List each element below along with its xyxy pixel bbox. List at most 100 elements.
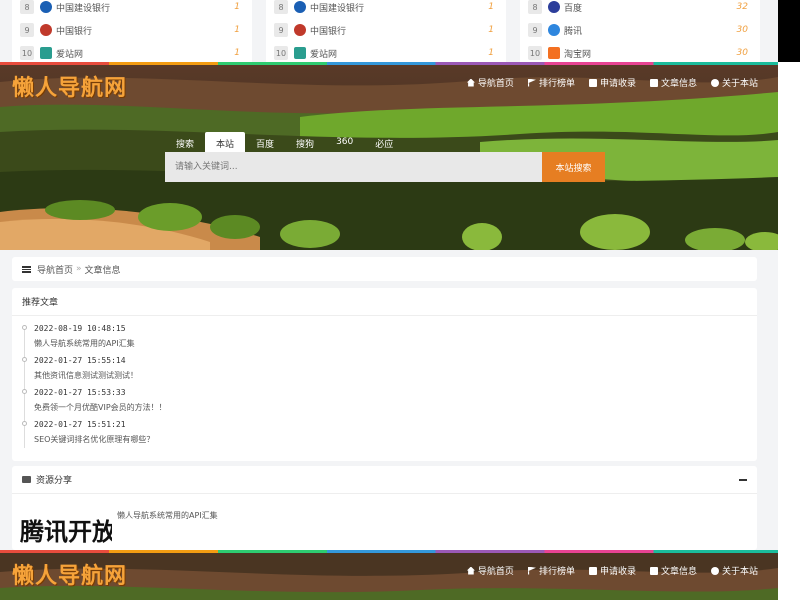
site-logo[interactable]: 懒人导航网: [12, 558, 127, 590]
rank-number: 8: [20, 0, 34, 14]
folder-icon: [22, 476, 31, 483]
ranking-row[interactable]: 10 淘宝网 30: [528, 43, 748, 63]
page-scrollbar[interactable]: [778, 62, 800, 600]
rank-number: 8: [528, 0, 542, 14]
site-name: 爱站网: [310, 49, 338, 60]
plus-square-icon: [588, 78, 597, 87]
nav-label: 排行榜单: [538, 79, 575, 89]
nav-about[interactable]: 关于本站: [710, 76, 758, 89]
rank-number: 9: [20, 23, 34, 37]
timeline-dot: [22, 421, 27, 426]
breadcrumb-current: 文章信息: [84, 265, 121, 276]
ranking-row[interactable]: 9 腾讯 30: [528, 20, 748, 40]
aizhan-icon: [294, 47, 306, 59]
article-link[interactable]: SEO关键词排名优化原理有哪些？: [34, 432, 322, 448]
rank-number: 10: [20, 46, 34, 60]
resource-thumbnail[interactable]: 腾讯开放: [20, 512, 112, 547]
resource-link[interactable]: 懒人导航系统常用的API汇集: [117, 510, 218, 521]
article-link[interactable]: 免费领一个月优酷VIP会员的方法！！: [34, 400, 322, 416]
timeline-dot: [22, 325, 27, 330]
nav-articles[interactable]: 文章信息: [649, 76, 697, 89]
article-timeline: 2022-08-19 10:48:15 懒人导航系统常用的API汇集 2022-…: [22, 322, 322, 450]
nav-label: 导航首页: [477, 79, 514, 89]
nav-label: 申请收录: [599, 79, 636, 89]
ranking-row[interactable]: 10 爱站网 1: [20, 43, 240, 63]
main-nav: 导航首页 排行榜单 申请收录 文章信息 关于本站: [466, 564, 758, 577]
nav-about[interactable]: 关于本站: [710, 564, 758, 577]
collapse-icon[interactable]: [739, 479, 747, 481]
click-count: 1: [488, 48, 494, 58]
ranking-row[interactable]: 8 中国建设银行 1: [20, 0, 240, 17]
nav-home[interactable]: 导航首页: [466, 564, 514, 577]
menu-icon[interactable]: [22, 265, 31, 273]
book-icon: [649, 566, 658, 575]
site-name: 中国银行: [310, 26, 347, 37]
site-logo[interactable]: 懒人导航网: [12, 70, 127, 102]
article-link[interactable]: 其他资讯信息测试测试测试！: [34, 368, 322, 384]
nav-label: 文章信息: [660, 79, 697, 89]
boc-icon: [294, 24, 306, 36]
breadcrumb-separator: »: [76, 264, 82, 274]
scrollbar-gutter: [778, 0, 800, 62]
site-name: 百度: [564, 3, 583, 14]
nav-submit[interactable]: 申请收录: [588, 76, 636, 89]
main-content: 导航首页 » 文章信息 推荐文章 2022-08-19 10:48:15 懒人导…: [0, 250, 778, 550]
article-item: 2022-01-27 15:55:14 其他资讯信息测试测试测试！: [22, 354, 322, 386]
click-count: 1: [234, 2, 240, 12]
rank-number: 8: [274, 0, 288, 14]
flag-icon: [527, 78, 536, 87]
search-input[interactable]: [165, 152, 542, 182]
nav-label: 文章信息: [660, 567, 697, 577]
ranking-column: 8 百度 32 9 腾讯 30 10 淘宝网 30: [520, 0, 760, 62]
recommended-articles: 推荐文章 2022-08-19 10:48:15 懒人导航系统常用的API汇集 …: [12, 288, 757, 461]
rank-number: 9: [528, 23, 542, 37]
site-name: 中国银行: [56, 26, 93, 37]
section-title: 推荐文章: [12, 288, 757, 316]
article-item: 2022-08-19 10:48:15 懒人导航系统常用的API汇集: [22, 322, 322, 354]
taobao-icon: [548, 47, 560, 59]
nav-articles[interactable]: 文章信息: [649, 564, 697, 577]
ranking-row[interactable]: 9 中国银行 1: [20, 20, 240, 40]
main-nav: 导航首页 排行榜单 申请收录 文章信息 关于本站: [466, 76, 758, 89]
click-count: 1: [234, 25, 240, 35]
search-button[interactable]: 本站搜索: [542, 152, 605, 182]
boc-icon: [40, 24, 52, 36]
site-name: 淘宝网: [564, 49, 592, 60]
baidu-paw-icon: [548, 1, 560, 13]
nav-ranking[interactable]: 排行榜单: [527, 564, 575, 577]
article-item: 2022-01-27 15:51:21 SEO关键词排名优化原理有哪些？: [22, 418, 322, 450]
ranking-row[interactable]: 10 爱站网 1: [274, 43, 494, 63]
ranking-row[interactable]: 9 中国银行 1: [274, 20, 494, 40]
article-time: 2022-01-27 15:53:33: [34, 388, 126, 397]
click-count: 30: [736, 48, 748, 58]
breadcrumb: 导航首页 » 文章信息: [12, 257, 757, 281]
breadcrumb-home[interactable]: 导航首页: [37, 263, 73, 276]
ccb-icon: [294, 1, 306, 13]
ranking-row[interactable]: 8 中国建设银行 1: [274, 0, 494, 17]
ranking-row[interactable]: 8 百度 32: [528, 0, 748, 17]
tencent-icon: [548, 24, 560, 36]
resource-share: 资源分享 腾讯开放 懒人导航系统常用的API汇集: [12, 466, 757, 550]
site-name: 中国建设银行: [56, 3, 111, 14]
timeline-dot: [22, 357, 27, 362]
section-header: 资源分享: [12, 466, 757, 494]
ranking-column: 8 中国建设银行 1 9 中国银行 1 10 爱站网 1: [266, 0, 506, 62]
click-count: 1: [234, 48, 240, 58]
rainbow-top-border: [0, 62, 778, 65]
nav-home[interactable]: 导航首页: [466, 76, 514, 89]
book-icon: [649, 78, 658, 87]
header-banner-repeat: 懒人导航网 导航首页 排行榜单 申请收录 文章信息 关于本站: [0, 550, 778, 600]
click-count: 1: [488, 25, 494, 35]
article-item: 2022-01-27 15:53:33 免费领一个月优酷VIP会员的方法！！: [22, 386, 322, 418]
nav-label: 申请收录: [599, 567, 636, 577]
article-link[interactable]: 懒人导航系统常用的API汇集: [34, 336, 322, 352]
site-name: 腾讯: [564, 26, 583, 37]
aizhan-icon: [40, 47, 52, 59]
ranking-strip: 8 中国建设银行 1 9 中国银行 1 10 爱站网 1 8 中国建设银行 1 …: [0, 0, 778, 62]
info-icon: [710, 566, 719, 575]
nav-label: 排行榜单: [538, 567, 575, 577]
nav-ranking[interactable]: 排行榜单: [527, 76, 575, 89]
header-banner: 懒人导航网 导航首页 排行榜单 申请收录 文章信息 关于本站 搜索 本站 百度 …: [0, 62, 778, 250]
flag-icon: [527, 566, 536, 575]
nav-submit[interactable]: 申请收录: [588, 564, 636, 577]
